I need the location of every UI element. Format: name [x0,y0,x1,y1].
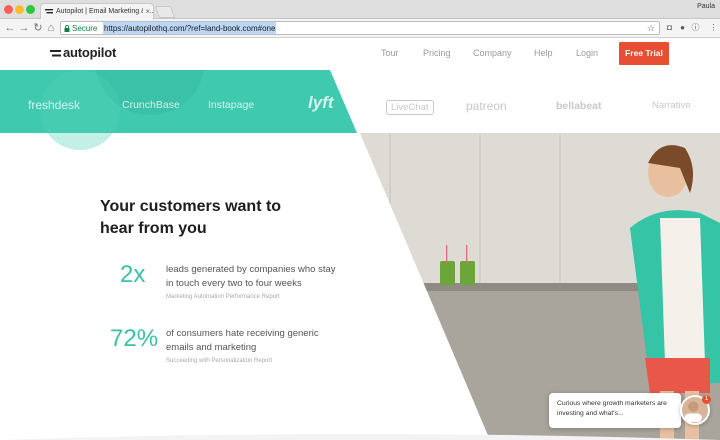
chrome-menu-icon[interactable]: ⋮ [708,22,719,33]
forward-icon[interactable]: → [17,21,31,35]
home-icon[interactable]: ⌂ [44,21,58,35]
bookmark-star-icon[interactable]: ☆ [647,22,655,34]
stat-description: of consumers hate receiving generic emai… [166,328,319,353]
hero-headline: Your customers want to hear from you [100,198,282,237]
nav-pricing[interactable]: Pricing [423,48,451,58]
stat-value: 72% [110,325,159,352]
section-divider [0,434,720,440]
stat-value: 2x [120,261,146,288]
lock-icon [64,25,70,32]
autopilot-favicon-icon [45,9,53,14]
logo-text: autopilot [63,45,117,60]
pocket-extension-icon[interactable]: ◘ [664,22,675,33]
nav-login[interactable]: Login [576,48,598,58]
new-tab-button[interactable] [154,6,176,18]
narrative-logo: Narrative [652,100,691,111]
nav-help[interactable]: Help [534,48,553,58]
address-bar[interactable]: Secure https://autopilothq.com/?ref=land… [60,21,660,35]
site-header: autopilot Tour Pricing Company Help Logi… [0,38,720,70]
autopilot-logo-icon [50,50,61,57]
nav-tour[interactable]: Tour [381,48,399,58]
close-window-button[interactable] [4,5,13,14]
crunchbase-logo: CrunchBase [122,99,180,111]
profile-name[interactable]: Paula [697,3,715,10]
url-text[interactable]: https://autopilothq.com/?ref=land-book.c… [103,22,277,34]
browser-tab[interactable]: Autopilot | Email Marketing & ... × [40,3,154,19]
stat-description: leads generated by companies who stay in… [166,264,336,289]
notification-badge: 1 [702,395,711,404]
lyft-logo: lyft [308,93,334,112]
nav-company[interactable]: Company [473,48,512,58]
close-tab-icon[interactable]: × [143,4,150,19]
browser-toolbar: ← → ↻ ⌂ Secure https://autopilothq.com/?… [0,19,720,38]
freshdesk-logo: freshdesk [28,98,81,112]
ghostery-extension-icon[interactable]: ● [677,22,688,33]
page-content: autopilot Tour Pricing Company Help Logi… [0,38,720,440]
tab-strip: Autopilot | Email Marketing & ... × Paul… [0,0,720,19]
patreon-logo: patreon [466,99,507,113]
secure-label: Secure [72,24,98,33]
back-icon[interactable]: ← [3,21,17,35]
chat-popup[interactable]: Curious where growth marketers are inves… [549,393,681,428]
stat-source: Marketing Automation Performance Report [166,294,280,300]
browser-window: Autopilot | Email Marketing & ... × Paul… [0,0,720,440]
maximize-window-button[interactable] [26,5,35,14]
free-trial-button[interactable]: Free Trial [619,42,669,65]
bellabeat-logo: bellabeat [556,100,602,112]
reload-icon[interactable]: ↻ [31,21,45,35]
livechat-logo: LiveChat [386,100,434,115]
tab-title: Autopilot | Email Marketing & ... [56,8,154,15]
stat-source: Succeeding with Personalization Report [166,358,273,364]
minimize-window-button[interactable] [15,5,24,14]
secure-indicator[interactable]: Secure [64,22,98,34]
instapage-logo: Instapage [208,99,255,111]
